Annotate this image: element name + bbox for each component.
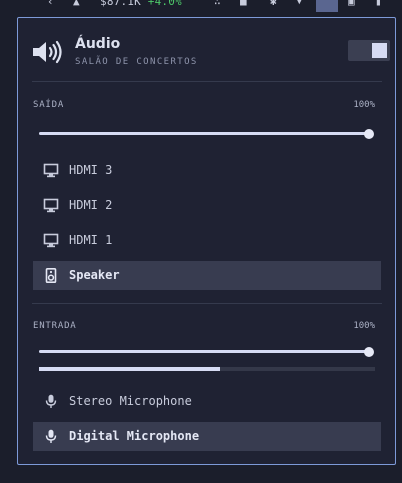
monitor-icon	[43, 163, 59, 178]
bell-icon[interactable]: ▲	[73, 0, 80, 8]
speaker-icon	[45, 268, 57, 283]
slider-thumb[interactable]	[364, 347, 374, 357]
device-label: Speaker	[69, 268, 120, 282]
output-section-label: SAÍDA	[33, 100, 65, 110]
microphone-icon	[45, 394, 57, 408]
input-device-stereo-microphone[interactable]: Stereo Microphone	[33, 387, 381, 416]
microphone-icon	[45, 429, 57, 443]
panel-subtitle: SALÃO DE CONCERTOS	[75, 57, 198, 67]
system-top-bar: ‹ ▲ $87.1K +4.0% ∴ ■ ✱ ▾ ▣ ▮	[0, 0, 402, 14]
output-volume-slider[interactable]	[39, 129, 374, 139]
slider-fill	[39, 132, 369, 135]
gamepad-icon[interactable]: ■	[240, 0, 247, 8]
battery-icon: ▮	[375, 0, 382, 8]
slider-thumb[interactable]	[364, 129, 374, 139]
audio-header: Áudio SALÃO DE CONCERTOS	[32, 34, 390, 74]
input-section-label: ENTRADA	[33, 321, 77, 331]
divider	[32, 81, 382, 82]
ticker-change: +4.0%	[147, 0, 182, 8]
device-label: HDMI 3	[69, 163, 113, 177]
output-volume-value: 100%	[353, 100, 375, 110]
device-label: HDMI 1	[69, 233, 113, 247]
slider-fill	[39, 350, 369, 353]
audio-toggle[interactable]	[348, 40, 390, 61]
input-device-digital-microphone[interactable]: Digital Microphone	[33, 422, 381, 451]
divider	[32, 303, 382, 304]
device-label: HDMI 2	[69, 198, 113, 212]
output-device-hdmi-1[interactable]: HDMI 1	[33, 226, 381, 255]
volume-high-icon	[33, 40, 62, 64]
wifi-icon[interactable]: ▾	[296, 0, 303, 8]
output-device-hdmi-2[interactable]: HDMI 2	[33, 191, 381, 220]
monitor-icon	[43, 198, 59, 213]
ticker-price: $87.1K	[100, 0, 141, 8]
input-volume-slider[interactable]	[39, 347, 374, 357]
toggle-knob	[372, 43, 387, 58]
output-device-hdmi-3[interactable]: HDMI 3	[33, 156, 381, 185]
bluetooth-icon[interactable]: ✱	[270, 0, 277, 8]
input-volume-value: 100%	[353, 321, 375, 331]
input-level-meter	[39, 367, 375, 371]
input-level-fill	[39, 367, 221, 371]
audio-panel: Áudio SALÃO DE CONCERTOS SAÍDA 100% HDMI…	[17, 17, 396, 465]
display-icon[interactable]: ▣	[348, 0, 355, 8]
volume-tray-button[interactable]	[316, 0, 338, 12]
panel-title: Áudio	[75, 36, 121, 52]
output-device-speaker[interactable]: Speaker	[33, 261, 381, 290]
monitor-icon	[43, 233, 59, 248]
device-label: Digital Microphone	[69, 429, 200, 443]
dots-icon[interactable]: ∴	[214, 0, 221, 8]
device-label: Stereo Microphone	[69, 394, 192, 408]
chevron-left-icon[interactable]: ‹	[47, 0, 54, 8]
crypto-ticker[interactable]: $87.1K +4.0%	[100, 0, 182, 8]
